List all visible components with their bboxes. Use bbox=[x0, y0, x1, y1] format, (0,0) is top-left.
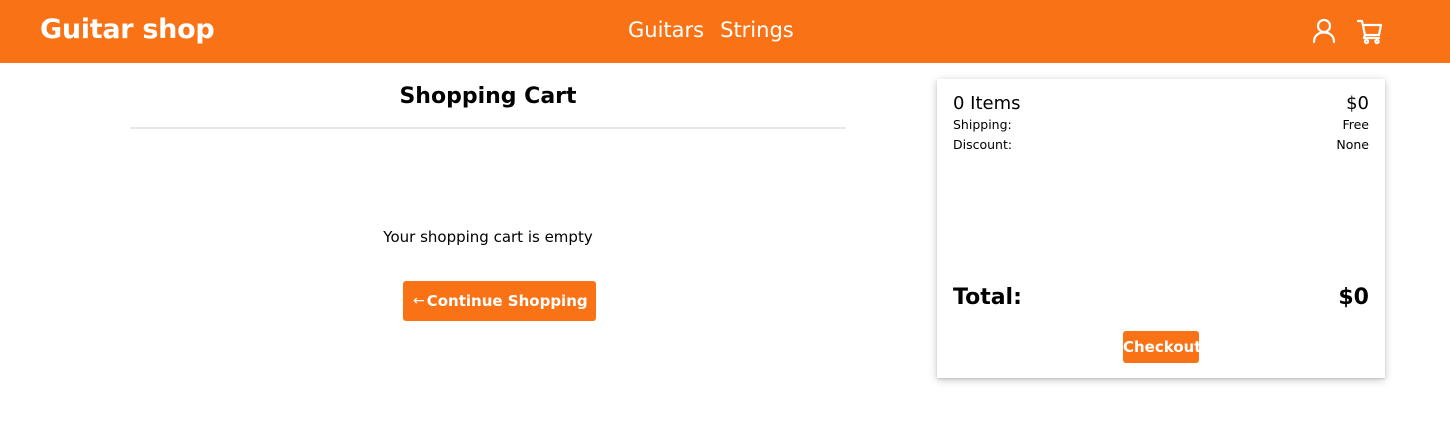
empty-cart-message: Your shopping cart is empty bbox=[383, 228, 593, 246]
discount-row: Discount: None bbox=[953, 137, 1369, 157]
arrow-left-icon: ← bbox=[413, 293, 425, 309]
title-divider bbox=[130, 127, 846, 129]
brand-logo-link[interactable]: Guitar shop bbox=[40, 14, 215, 45]
navbar: Guitar shop Guitars Strings bbox=[0, 0, 1450, 63]
shipping-label: Shipping: bbox=[953, 117, 1012, 132]
cart-panel: Shopping Cart Your shopping cart is empt… bbox=[130, 63, 846, 321]
total-value: $0 bbox=[1338, 285, 1369, 310]
nav-link-strings[interactable]: Strings bbox=[720, 18, 794, 42]
shipping-value: Free bbox=[1342, 117, 1369, 132]
continue-shopping-label: Continue Shopping bbox=[426, 292, 588, 310]
user-icon[interactable] bbox=[1310, 17, 1338, 45]
total-row: Total: $0 bbox=[953, 285, 1369, 310]
checkout-button[interactable]: Checkout bbox=[1123, 331, 1201, 363]
main-nav: Guitars Strings bbox=[628, 18, 794, 42]
discount-label: Discount: bbox=[953, 137, 1013, 152]
shipping-row: Shipping: Free bbox=[953, 117, 1369, 137]
discount-value: None bbox=[1336, 137, 1369, 152]
items-subtotal: $0 bbox=[1346, 93, 1369, 114]
items-count: 0 Items bbox=[953, 93, 1021, 114]
page-title: Shopping Cart bbox=[399, 84, 577, 109]
nav-link-guitars[interactable]: Guitars bbox=[628, 18, 704, 42]
items-row: 0 Items $0 bbox=[953, 93, 1369, 117]
order-summary-card: 0 Items $0 Shipping: Free Discount: None… bbox=[937, 79, 1385, 378]
cart-icon[interactable] bbox=[1356, 17, 1384, 45]
continue-shopping-button[interactable]: ← Continue Shopping bbox=[403, 281, 596, 321]
total-label: Total: bbox=[953, 285, 1022, 310]
